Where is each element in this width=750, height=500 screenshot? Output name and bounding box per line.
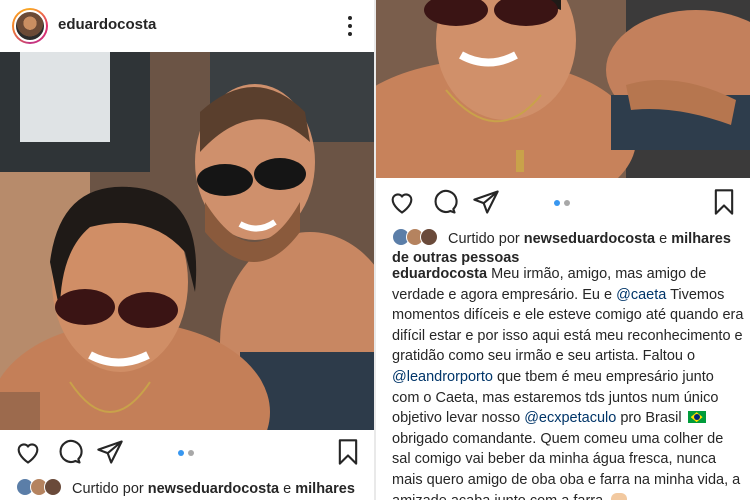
likes-line: Curtido por newseduardocosta e milhares [16, 478, 366, 499]
likes-line: Curtido por newseduardocosta e milhares … [392, 228, 742, 268]
comment-icon[interactable] [55, 438, 83, 466]
likes-prefix: Curtido por [72, 481, 144, 497]
left-post: eduardocosta Curtido por newseduardocost… [0, 0, 374, 500]
liker-username[interactable]: newseduardocosta [524, 231, 655, 247]
heart-icon[interactable] [14, 438, 42, 466]
post-photo[interactable] [0, 52, 374, 430]
mention-leandrorporto[interactable]: @leandrorporto [392, 369, 493, 385]
action-bar [0, 430, 374, 474]
caption-text-4: pro Brasil [620, 410, 682, 427]
post-header: eduardocosta [0, 0, 374, 52]
bookmark-icon[interactable] [334, 438, 362, 466]
carousel-dots [554, 200, 570, 206]
share-icon[interactable] [472, 188, 500, 216]
hand-emoji-icon [611, 492, 628, 500]
username[interactable]: eduardocosta [58, 16, 156, 33]
liker-avatars [16, 478, 66, 496]
liker-username[interactable]: newseduardocosta [148, 481, 279, 497]
bookmark-icon[interactable] [710, 188, 738, 216]
comment-icon[interactable] [430, 188, 458, 216]
post-caption: eduardocosta Meu irmão, amigo, mas amigo… [392, 264, 744, 500]
mention-caeta[interactable]: @caeta [616, 287, 666, 303]
caption-text-5: obrigado comandante. Quem comeu uma colh… [392, 430, 741, 500]
more-icon[interactable] [344, 14, 356, 38]
caption-author[interactable]: eduardocosta [392, 266, 487, 282]
likes-and: e [283, 481, 292, 497]
action-bar [376, 180, 750, 224]
brazil-flag-icon [687, 411, 706, 424]
share-icon[interactable] [96, 438, 124, 466]
carousel-dots [178, 450, 194, 456]
likes-others[interactable]: milhares [295, 481, 355, 497]
avatar[interactable] [12, 8, 48, 44]
right-post: Curtido por newseduardocosta e milhares … [376, 0, 750, 500]
heart-icon[interactable] [388, 188, 416, 216]
post-photo-cropped[interactable] [376, 0, 750, 178]
mention-ecxpetaculo[interactable]: @ecxpetaculo [524, 410, 616, 426]
likes-prefix: Curtido por [448, 231, 520, 247]
likes-and: e [659, 231, 668, 247]
liker-avatars [392, 228, 442, 246]
